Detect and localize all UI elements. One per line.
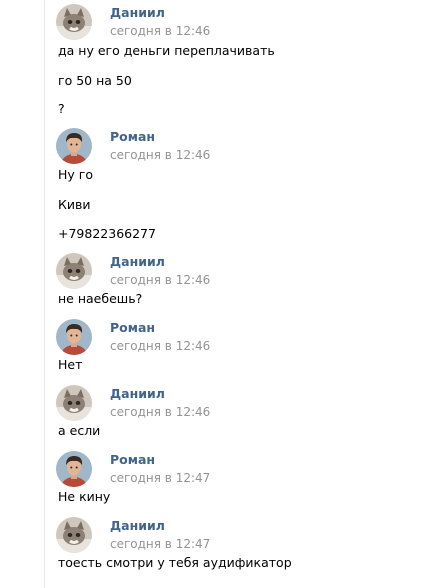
author-name[interactable]: Даниил: [110, 385, 165, 402]
message-text: не наебешь?: [58, 291, 143, 306]
message-timestamp[interactable]: сегодня в 12:46: [110, 147, 210, 164]
message-text: Не кину: [58, 489, 111, 504]
boy-avatar[interactable]: [56, 319, 92, 355]
author-name[interactable]: Даниил: [110, 253, 165, 270]
message-text: Киви: [58, 197, 91, 212]
boy-avatar[interactable]: [56, 128, 92, 164]
cat-avatar[interactable]: [56, 253, 92, 289]
author-name[interactable]: Роман: [110, 451, 155, 468]
message-header: Даниил сегодня в 12:46: [56, 385, 416, 425]
message-header: Даниил сегодня в 12:46: [56, 4, 416, 44]
author-name[interactable]: Даниил: [110, 517, 165, 534]
message-timestamp[interactable]: сегодня в 12:46: [110, 23, 210, 40]
message-timestamp[interactable]: сегодня в 12:47: [110, 536, 210, 553]
author-name[interactable]: Роман: [110, 319, 155, 336]
message-text: +79822366277: [58, 226, 156, 241]
boy-avatar[interactable]: [56, 451, 92, 487]
message-text: ?: [58, 101, 65, 116]
cat-avatar[interactable]: [56, 385, 92, 421]
cat-avatar[interactable]: [56, 4, 92, 40]
message-timestamp[interactable]: сегодня в 12:47: [110, 470, 210, 487]
message-text: Ну го: [58, 167, 93, 182]
message-text: го 50 на 50: [58, 73, 132, 88]
message-text: да ну его деньги переплачивать: [58, 43, 275, 58]
message-header: Роман сегодня в 12:47: [56, 451, 416, 491]
message-text: а если: [58, 423, 101, 438]
message-header: Даниил сегодня в 12:47: [56, 517, 416, 557]
author-name[interactable]: Даниил: [110, 4, 165, 21]
message-timestamp[interactable]: сегодня в 12:46: [110, 338, 210, 355]
author-name[interactable]: Роман: [110, 128, 155, 145]
message-timestamp[interactable]: сегодня в 12:46: [110, 272, 210, 289]
message-header: Даниил сегодня в 12:46: [56, 253, 416, 293]
cat-avatar[interactable]: [56, 517, 92, 553]
chat-frame: Даниил сегодня в 12:46 да ну его деньги …: [44, 0, 444, 588]
message-timestamp[interactable]: сегодня в 12:46: [110, 404, 210, 421]
message-history: Даниил сегодня в 12:46 да ну его деньги …: [45, 0, 444, 588]
message-text: тоесть смотри у тебя аудификатор: [58, 555, 292, 570]
message-text: Нет: [58, 357, 83, 372]
message-header: Роман сегодня в 12:46: [56, 128, 416, 168]
message-header: Роман сегодня в 12:46: [56, 319, 416, 359]
